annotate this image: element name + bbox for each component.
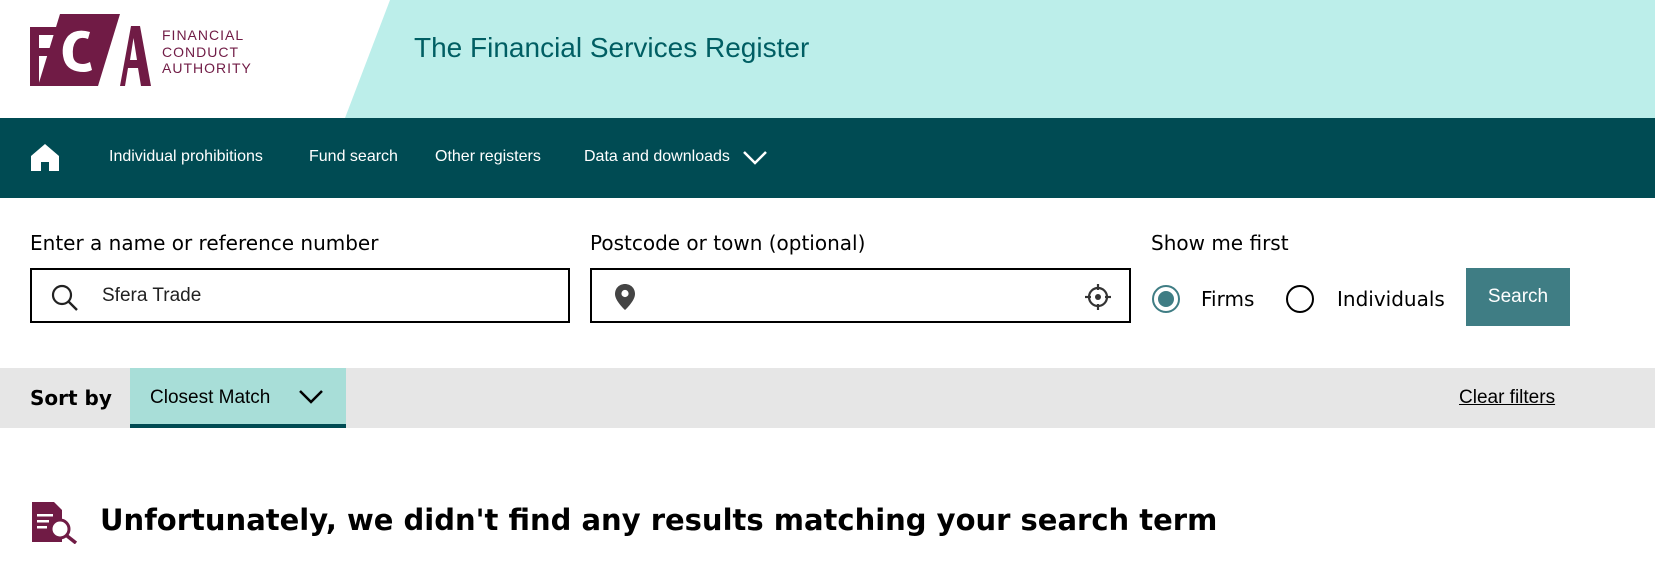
location-pin-icon — [615, 284, 635, 310]
search-icon — [51, 284, 78, 311]
show-me-first-label: Show me first — [1151, 231, 1289, 255]
nav-item-individual-prohibitions[interactable]: Individual prohibitions — [109, 148, 263, 166]
name-search-field — [30, 268, 570, 323]
postcode-field — [590, 268, 1131, 323]
sort-dropdown[interactable]: Closest Match — [130, 368, 346, 428]
logo-wordmark: FINANCIAL CONDUCT AUTHORITY — [162, 27, 252, 77]
sort-by-label: Sort by — [30, 386, 112, 410]
nav-item-other-registers[interactable]: Other registers — [435, 148, 541, 166]
sort-selected-value: Closest Match — [150, 387, 271, 408]
document-search-icon — [32, 502, 78, 544]
name-field-label: Enter a name or reference number — [30, 231, 379, 255]
logo-line: CONDUCT — [162, 43, 239, 60]
logo-area: FINANCIAL CONDUCT AUTHORITY — [0, 0, 390, 118]
logo-line: FINANCIAL — [162, 27, 245, 43]
name-search-input[interactable] — [102, 285, 542, 307]
main-nav: Individual prohibitions Fund search Othe… — [0, 118, 1655, 198]
firms-radio-label[interactable]: Firms — [1201, 287, 1254, 311]
clear-filters-link[interactable]: Clear filters — [1459, 387, 1555, 409]
nav-item-data-downloads[interactable]: Data and downloads — [584, 148, 730, 166]
page-title: The Financial Services Register — [414, 32, 810, 63]
search-button[interactable]: Search — [1466, 268, 1570, 326]
individuals-radio[interactable] — [1286, 285, 1314, 313]
postcode-input[interactable] — [656, 285, 1056, 307]
sort-bar: Sort by Closest Match Clear filters — [0, 368, 1655, 428]
site-header: FINANCIAL CONDUCT AUTHORITY The Financia… — [0, 0, 1655, 118]
home-icon[interactable] — [30, 142, 60, 172]
firms-radio[interactable] — [1152, 285, 1180, 313]
no-results-message: Unfortunately, we didn't find any result… — [100, 503, 1218, 537]
nav-item-fund-search[interactable]: Fund search — [309, 148, 398, 166]
logo-line: AUTHORITY — [162, 60, 252, 76]
crosshair-location-icon[interactable] — [1084, 283, 1112, 311]
chevron-down-icon — [299, 390, 323, 404]
postcode-field-label: Postcode or town (optional) — [590, 231, 866, 255]
chevron-down-icon[interactable] — [742, 148, 768, 168]
individuals-radio-label[interactable]: Individuals — [1337, 287, 1445, 311]
